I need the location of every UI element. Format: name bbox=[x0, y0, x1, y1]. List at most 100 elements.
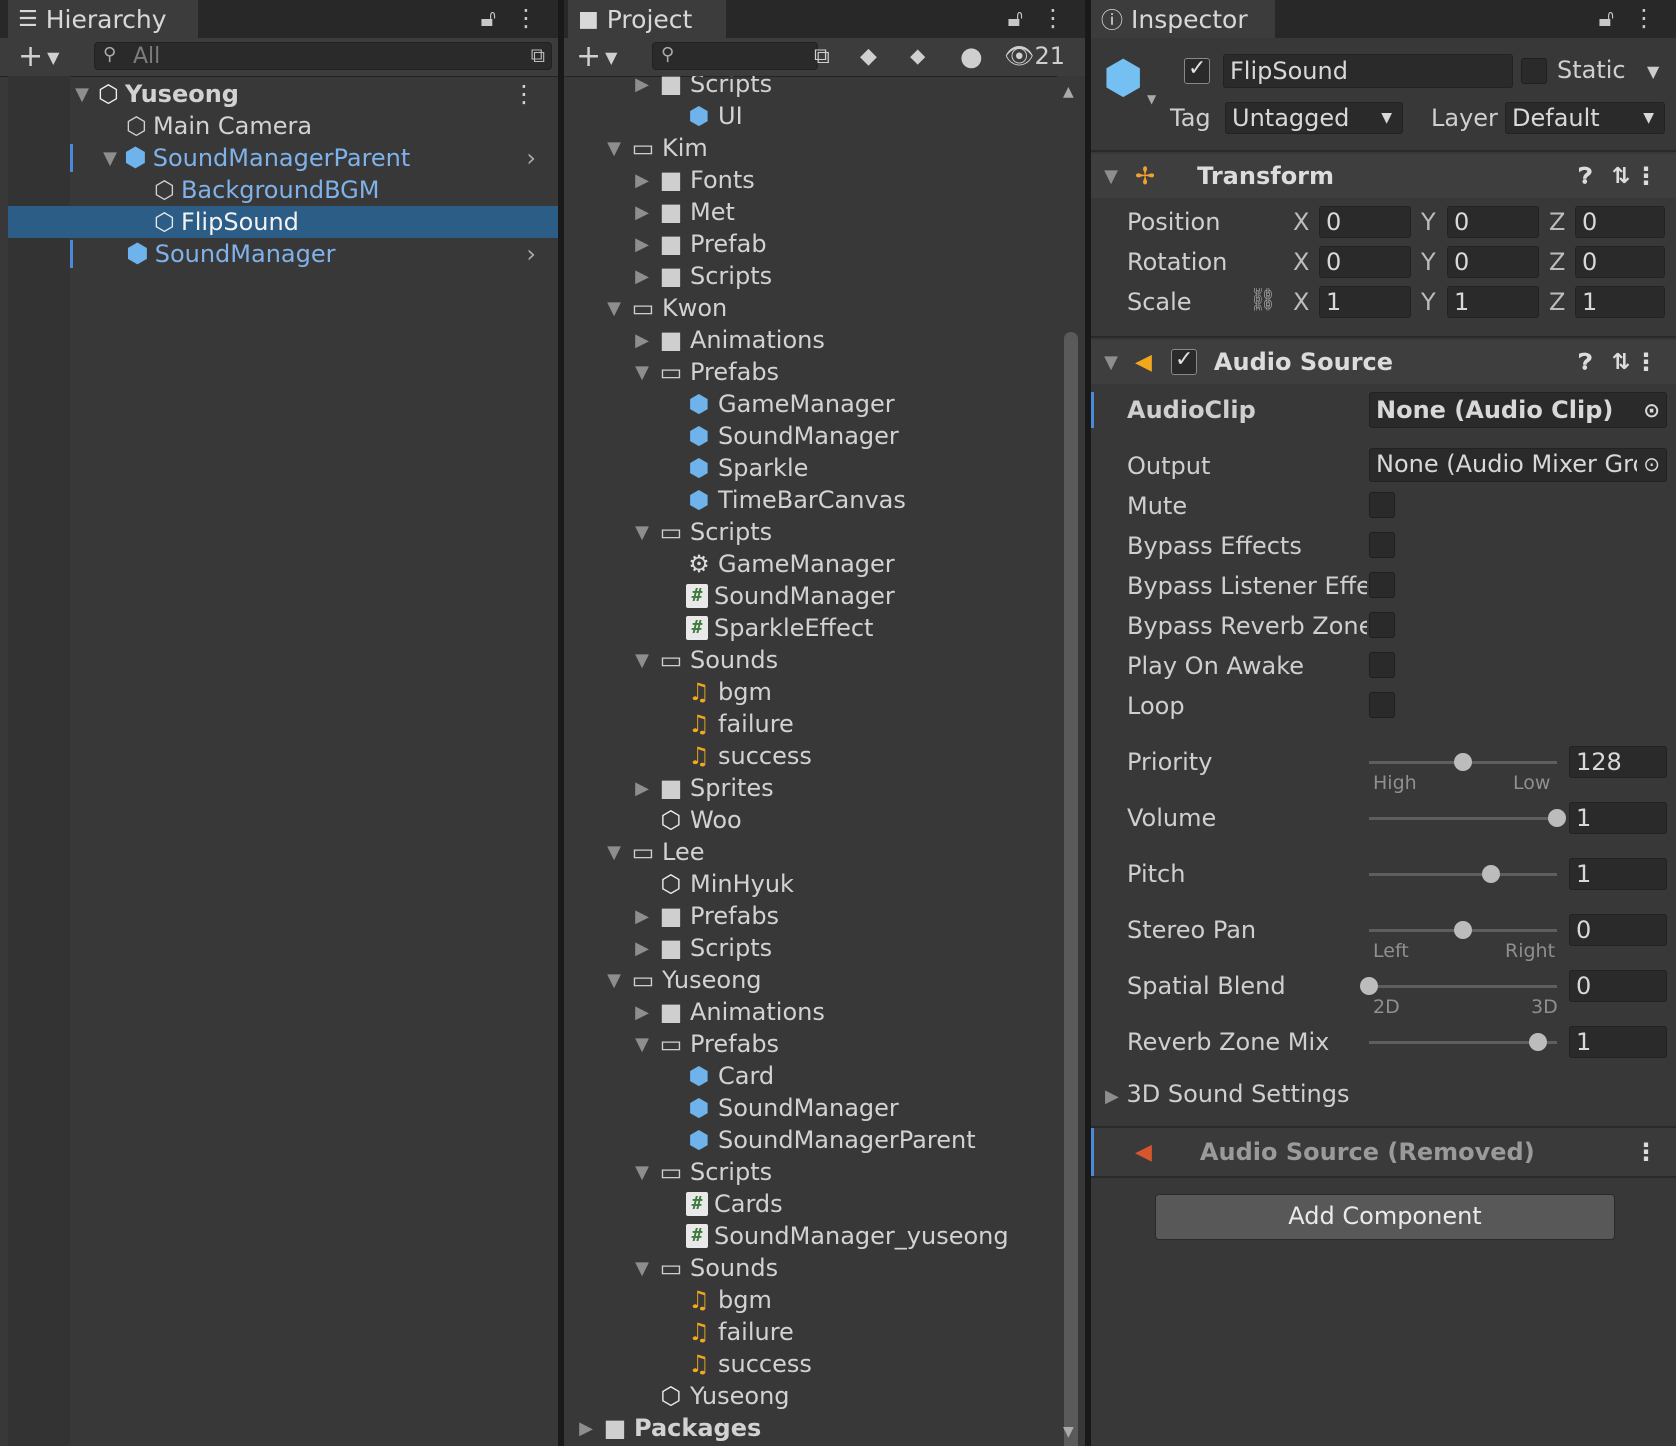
kebab-menu-icon[interactable]: ⋮ bbox=[1634, 162, 1658, 190]
collapse-arrow-icon[interactable]: ▶ bbox=[632, 778, 652, 799]
audio-source-enabled-checkbox[interactable] bbox=[1171, 347, 1197, 375]
hierarchy-item-selected[interactable]: ⬡ FlipSound bbox=[8, 206, 558, 238]
project-search-input[interactable]: ⚲ bbox=[652, 42, 818, 70]
scale-x-field[interactable]: 1 bbox=[1319, 286, 1411, 318]
tab-inspector[interactable]: ⓘ Inspector bbox=[1091, 0, 1275, 38]
create-asset-button[interactable]: + ▼ bbox=[576, 40, 617, 75]
layer-dropdown[interactable]: Default ▼ bbox=[1505, 102, 1665, 134]
project-item[interactable]: # Cards bbox=[564, 1188, 1057, 1220]
spatial-blend-slider[interactable] bbox=[1360, 977, 1557, 995]
object-picker-icon[interactable]: ⊙ bbox=[1643, 393, 1660, 427]
expand-arrow-icon[interactable]: ▼ bbox=[632, 1162, 652, 1183]
project-item[interactable]: ♫ bgm bbox=[564, 1284, 1057, 1316]
project-item[interactable]: ▶ ■ Fonts bbox=[564, 164, 1057, 196]
project-item[interactable]: ▶ ■ Animations bbox=[564, 996, 1057, 1028]
project-item[interactable]: ▼ ▭ Lee bbox=[564, 836, 1057, 868]
project-item[interactable]: ⬢ SoundManager bbox=[564, 1092, 1057, 1124]
preset-icon[interactable]: ⇅ bbox=[1612, 350, 1630, 375]
collapse-arrow-icon[interactable]: ▶ bbox=[632, 76, 652, 95]
loop-checkbox[interactable] bbox=[1369, 692, 1395, 718]
project-item[interactable]: # SoundManager_yuseong bbox=[564, 1220, 1057, 1252]
slider-knob[interactable] bbox=[1454, 921, 1472, 939]
filter-by-label-icon[interactable]: ⬥ bbox=[910, 44, 925, 69]
project-item[interactable]: ▶ ■ Packages bbox=[564, 1412, 1057, 1444]
rotation-y-field[interactable]: 0 bbox=[1447, 246, 1539, 278]
static-checkbox[interactable] bbox=[1521, 58, 1547, 84]
collapse-arrow-icon[interactable]: ▶ bbox=[632, 234, 652, 255]
project-item[interactable]: ▼ ▭ Scripts bbox=[564, 1156, 1057, 1188]
kebab-menu-icon[interactable]: ⋮ bbox=[1634, 348, 1658, 376]
project-item[interactable]: ♫ success bbox=[564, 1348, 1057, 1380]
project-item[interactable]: ▶ ■ Scripts bbox=[564, 76, 1057, 100]
hierarchy-item[interactable]: ⬡ BackgroundBGM bbox=[0, 174, 558, 206]
project-item[interactable]: ▼ ▭ Scripts bbox=[564, 516, 1057, 548]
lock-icon[interactable]: 🔓︎ bbox=[1007, 4, 1023, 32]
spatial-blend-field[interactable]: 0 bbox=[1569, 970, 1667, 1002]
project-item[interactable]: ⬢ Card bbox=[564, 1060, 1057, 1092]
project-item[interactable]: ♫ failure bbox=[564, 708, 1057, 740]
slider-knob[interactable] bbox=[1482, 865, 1501, 883]
lock-icon[interactable]: 🔓︎ bbox=[1598, 4, 1614, 32]
project-item[interactable]: ▼ ▭ Sounds bbox=[564, 644, 1057, 676]
project-item[interactable]: ⬢ Sparkle bbox=[564, 452, 1057, 484]
chevron-right-icon[interactable]: › bbox=[526, 240, 536, 268]
bypass-effects-checkbox[interactable] bbox=[1369, 532, 1395, 558]
project-item[interactable]: ▶ ■ Met bbox=[564, 196, 1057, 228]
hierarchy-search-input[interactable]: ⚲ All ⧉ bbox=[94, 42, 552, 70]
tag-dropdown[interactable]: Untagged ▼ bbox=[1225, 102, 1403, 134]
foldout-arrow-icon[interactable]: ▼ bbox=[1101, 352, 1121, 373]
expand-arrow-icon[interactable]: ▼ bbox=[632, 522, 652, 543]
removed-component-header[interactable]: ◀ Audio Source (Removed) ⋮ bbox=[1091, 1128, 1676, 1176]
expand-arrow-icon[interactable]: ▼ bbox=[72, 84, 92, 105]
transform-header[interactable]: ▼ ✢ Transform ❓︎ ⇅ ⋮ bbox=[1091, 154, 1676, 198]
object-name-input[interactable]: FlipSound bbox=[1223, 54, 1513, 88]
collapse-arrow-icon[interactable]: ▶ bbox=[632, 170, 652, 191]
project-item[interactable]: ⬢ TimeBarCanvas bbox=[564, 484, 1057, 516]
scene-row[interactable]: ▼ ⬡ Yuseong ⋮ bbox=[0, 78, 558, 110]
hidden-eye-icon[interactable]: 👁︎21 bbox=[1004, 42, 1065, 70]
rotation-z-field[interactable]: 0 bbox=[1575, 246, 1665, 278]
foldout-arrow-icon[interactable]: ▼ bbox=[1101, 166, 1121, 187]
volume-slider[interactable] bbox=[1369, 809, 1566, 827]
scroll-down-arrow-icon[interactable]: ▼ bbox=[1063, 1424, 1074, 1440]
add-component-button[interactable]: Add Component bbox=[1155, 1194, 1615, 1240]
active-checkbox[interactable] bbox=[1184, 56, 1210, 84]
kebab-menu-icon[interactable]: ⋮ bbox=[512, 80, 536, 108]
slider-knob[interactable] bbox=[1454, 753, 1472, 771]
scale-z-field[interactable]: 1 bbox=[1575, 286, 1665, 318]
output-field[interactable]: None (Audio Mixer Group) ⊙ bbox=[1369, 448, 1667, 482]
slider-knob[interactable] bbox=[1360, 977, 1378, 995]
expand-arrow-icon[interactable]: ▼ bbox=[632, 1034, 652, 1055]
rotation-x-field[interactable]: 0 bbox=[1319, 246, 1411, 278]
project-item[interactable]: ♫ bgm bbox=[564, 676, 1057, 708]
collapse-arrow-icon[interactable]: ▶ bbox=[576, 1418, 596, 1439]
bypass-listener-checkbox[interactable] bbox=[1369, 572, 1395, 598]
lock-icon[interactable]: 🔓︎ bbox=[480, 4, 496, 32]
project-item[interactable]: ♫ success bbox=[564, 740, 1057, 772]
kebab-menu-icon[interactable]: ⋮ bbox=[1632, 4, 1656, 32]
priority-slider[interactable] bbox=[1369, 753, 1557, 771]
hierarchy-item[interactable]: ▼ ⬢ SoundManagerParent › bbox=[0, 142, 558, 174]
kebab-menu-icon[interactable]: ⋮ bbox=[514, 4, 538, 32]
warning-icon[interactable]: ● bbox=[960, 42, 983, 72]
tab-hierarchy[interactable]: ☰ Hierarchy bbox=[8, 0, 198, 38]
project-item[interactable]: # SparkleEffect bbox=[564, 612, 1057, 644]
scene-visibility-icon[interactable]: ⧉ bbox=[531, 43, 545, 67]
expand-arrow-icon[interactable]: ▼ bbox=[632, 1258, 652, 1279]
pitch-field[interactable]: 1 bbox=[1569, 858, 1667, 890]
project-item[interactable]: ▼ ▭ Yuseong bbox=[564, 964, 1057, 996]
chevron-down-icon[interactable]: ▼ bbox=[1647, 62, 1659, 81]
priority-field[interactable]: 128 bbox=[1569, 746, 1667, 778]
project-item[interactable]: # SoundManager bbox=[564, 580, 1057, 612]
chevron-right-icon[interactable]: › bbox=[526, 144, 536, 172]
hierarchy-item[interactable]: ⬡ Main Camera bbox=[0, 110, 558, 142]
gameobject-cube-icon[interactable]: ⬢ bbox=[1103, 50, 1143, 104]
position-z-field[interactable]: 0 bbox=[1575, 206, 1665, 238]
project-item[interactable]: ⬡ Woo bbox=[564, 804, 1057, 836]
collapse-arrow-icon[interactable]: ▶ bbox=[632, 1002, 652, 1023]
project-item[interactable]: ⬢ SoundManagerParent bbox=[564, 1124, 1057, 1156]
project-item[interactable]: ⬢ SoundManager bbox=[564, 420, 1057, 452]
expand-arrow-icon[interactable]: ▼ bbox=[632, 650, 652, 671]
project-item[interactable]: ▶ ■ Prefabs bbox=[564, 900, 1057, 932]
3d-sound-settings-foldout[interactable]: ▶ 3D Sound Settings bbox=[1105, 1080, 1350, 1108]
